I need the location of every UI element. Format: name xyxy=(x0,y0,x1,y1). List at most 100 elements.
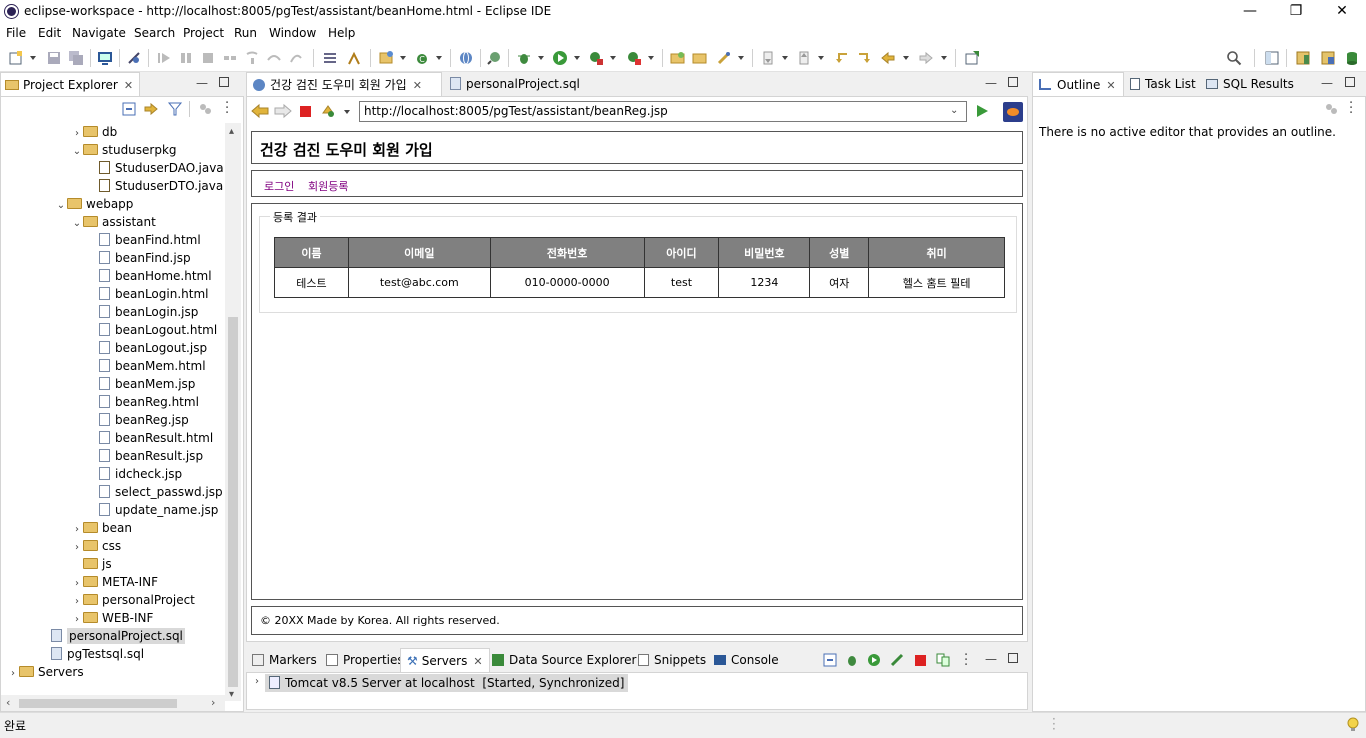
nav-register-link[interactable]: 회원등록 xyxy=(308,178,348,194)
resume-icon[interactable] xyxy=(156,50,172,66)
tree-item[interactable]: ⌄ studuserpkg xyxy=(1,141,223,159)
debug-dropdown-icon[interactable] xyxy=(538,56,544,60)
open-type-icon[interactable] xyxy=(670,50,686,66)
server-row[interactable]: Tomcat v8.5 Server at localhost [Started… xyxy=(265,674,629,692)
tree-item[interactable]: beanLogout.jsp xyxy=(1,339,223,357)
eclipse-browser-icon[interactable] xyxy=(1003,102,1023,122)
run-icon[interactable] xyxy=(552,50,568,66)
tree-item[interactable]: ⌄ assistant xyxy=(1,213,223,231)
tab-console[interactable]: Console xyxy=(708,648,785,672)
chevron-down-icon[interactable]: ⌄ xyxy=(950,105,958,116)
link-editor-icon[interactable] xyxy=(143,101,159,117)
tab-data-source-explorer[interactable]: Data Source Explorer xyxy=(486,648,642,672)
view-menu-icon[interactable]: · · · xyxy=(964,649,968,672)
new-java-project-icon[interactable] xyxy=(378,50,394,66)
tree-hscroll-thumb[interactable] xyxy=(19,699,177,708)
nav-login-link[interactable]: 로그인 xyxy=(264,178,294,194)
close-button[interactable]: ✕ xyxy=(1319,0,1365,24)
go-icon[interactable] xyxy=(975,104,989,118)
new-class-dropdown-icon[interactable] xyxy=(436,56,442,60)
tree-horizontal-scrollbar[interactable]: ‹ › xyxy=(1,695,225,711)
profile-server-icon[interactable] xyxy=(890,653,904,667)
publish-icon[interactable] xyxy=(936,653,950,667)
chevron-right-icon[interactable]: › xyxy=(251,676,263,687)
forward-icon[interactable] xyxy=(274,103,292,119)
debug-icon[interactable] xyxy=(516,50,532,66)
pin-editor-icon[interactable] xyxy=(964,50,980,66)
tab-sql-results[interactable]: SQL Results xyxy=(1200,72,1300,96)
menu-run[interactable]: Run xyxy=(234,26,257,40)
stop-server-icon[interactable] xyxy=(915,655,926,666)
tree-item[interactable]: select_passwd.jsp xyxy=(1,483,223,501)
restore-button[interactable]: ❐ xyxy=(1273,0,1319,24)
tab-properties[interactable]: Properties xyxy=(320,648,410,672)
tree-item[interactable]: › Servers xyxy=(1,663,223,681)
back-icon[interactable] xyxy=(251,103,269,119)
tree-item[interactable]: ⌄ webapp xyxy=(1,195,223,213)
forward-dropdown-icon[interactable] xyxy=(941,56,947,60)
pen-dropdown-icon[interactable] xyxy=(738,56,744,60)
tree-item[interactable]: beanFind.html xyxy=(1,231,223,249)
terminate-icon[interactable] xyxy=(200,50,216,66)
collapse-all-icon[interactable] xyxy=(121,101,137,117)
tree-item[interactable]: update_name.jsp xyxy=(1,501,223,519)
terminal-icon[interactable] xyxy=(97,50,113,66)
skip-breakpoints-icon[interactable] xyxy=(126,50,142,66)
scroll-left-icon[interactable]: ‹ xyxy=(6,696,10,709)
suspend-icon[interactable] xyxy=(178,50,194,66)
step-into-icon[interactable] xyxy=(244,50,260,66)
tab-browser[interactable]: 건강 검진 도우미 회원 가입 ✕ xyxy=(246,72,442,96)
save-all-icon[interactable] xyxy=(68,50,84,66)
web-browser-icon[interactable] xyxy=(458,50,474,66)
tab-snippets[interactable]: Snippets xyxy=(632,648,712,672)
tab-task-list[interactable]: Task List xyxy=(1124,72,1202,96)
filter-icon[interactable] xyxy=(167,101,183,117)
tree-item[interactable]: beanReg.jsp xyxy=(1,411,223,429)
maximize-view-icon[interactable] xyxy=(219,77,229,87)
tree-item[interactable]: StuduserDTO.java xyxy=(1,177,223,195)
tree-item[interactable]: pgTestsql.sql xyxy=(1,645,223,663)
new-dropdown-icon[interactable] xyxy=(30,56,36,60)
search-globe-icon[interactable] xyxy=(486,50,502,66)
url-field[interactable]: http://localhost:8005/pgTest/assistant/b… xyxy=(359,101,967,122)
minimize-button[interactable]: — xyxy=(1227,0,1273,24)
tab-markers[interactable]: Markers xyxy=(246,648,323,672)
tree-item[interactable]: beanHome.html xyxy=(1,267,223,285)
minimize-view-icon[interactable]: — xyxy=(985,652,997,666)
next-annotation-dropdown-icon[interactable] xyxy=(782,56,788,60)
refresh-dropdown-icon[interactable] xyxy=(344,110,350,114)
tree-item[interactable]: beanLogout.html xyxy=(1,321,223,339)
menu-edit[interactable]: Edit xyxy=(38,26,61,40)
prev-annotation-icon[interactable] xyxy=(796,50,812,66)
stop-icon[interactable] xyxy=(300,106,311,117)
chevron-down-icon[interactable]: ⌄ xyxy=(71,215,83,233)
task-icon[interactable] xyxy=(322,50,338,66)
start-server-icon[interactable] xyxy=(867,653,881,667)
tree-item[interactable]: StuduserDAO.java xyxy=(1,159,223,177)
tree-item[interactable]: js xyxy=(1,555,223,573)
open-perspective-icon[interactable] xyxy=(1264,50,1280,66)
pen-icon[interactable] xyxy=(716,50,732,66)
menu-window[interactable]: Window xyxy=(269,26,316,40)
forward-icon[interactable] xyxy=(918,50,934,66)
lambda-icon[interactable] xyxy=(346,50,362,66)
run-dropdown-icon[interactable] xyxy=(574,56,580,60)
tree-item[interactable]: beanResult.html xyxy=(1,429,223,447)
new-class-icon[interactable]: C xyxy=(414,50,430,66)
close-icon[interactable]: ✕ xyxy=(1106,74,1115,98)
minimize-editor-icon[interactable]: — xyxy=(985,76,997,90)
disconnect-icon[interactable] xyxy=(222,50,238,66)
tab-outline[interactable]: Outline ✕ xyxy=(1032,72,1124,96)
minimize-view-icon[interactable]: — xyxy=(196,76,208,90)
tree-item[interactable]: › bean xyxy=(1,519,223,537)
last-edit-icon[interactable] xyxy=(834,50,850,66)
save-icon[interactable] xyxy=(46,50,62,66)
menu-help[interactable]: Help xyxy=(328,26,355,40)
tree-item[interactable]: beanLogin.html xyxy=(1,285,223,303)
tree-item[interactable]: › personalProject xyxy=(1,591,223,609)
tree-scroll-thumb[interactable] xyxy=(228,317,238,687)
tree-item[interactable]: personalProject.sql xyxy=(1,627,223,645)
tree-item[interactable]: beanLogin.jsp xyxy=(1,303,223,321)
chevron-down-icon[interactable]: ⌄ xyxy=(71,143,83,161)
close-icon[interactable]: ✕ xyxy=(413,74,422,98)
